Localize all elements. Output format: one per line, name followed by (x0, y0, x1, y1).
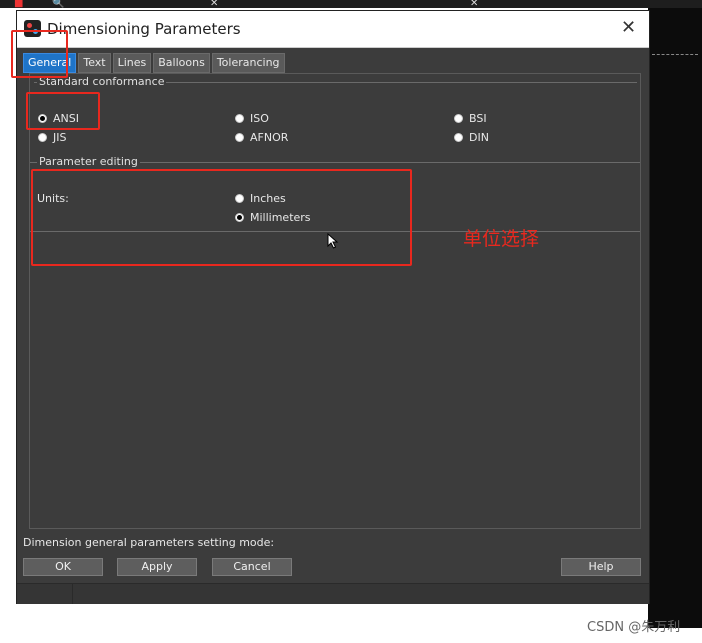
apply-button[interactable]: Apply (117, 558, 197, 576)
help-button[interactable]: Help (561, 558, 641, 576)
radio-afnor[interactable]: AFNOR (235, 131, 288, 144)
tab-balloons[interactable]: Balloons (153, 53, 210, 73)
background-left (0, 8, 16, 628)
dialog-footer-bar (17, 583, 649, 604)
radio-iso[interactable]: ISO (235, 112, 269, 125)
watermark: CSDN @朱万利 (587, 620, 681, 635)
radio-dot (38, 133, 47, 142)
zoom-icon[interactable]: 🔍 (52, 0, 64, 8)
dialog-titlebar[interactable]: Dimensioning Parameters ✕ (17, 11, 649, 48)
radio-dot (454, 114, 463, 123)
radio-dot (235, 133, 244, 142)
radio-dot (454, 133, 463, 142)
close-icon[interactable]: ✕ (621, 17, 636, 38)
close-icon[interactable]: ✕ (470, 0, 478, 8)
mouse-cursor-icon (327, 233, 339, 249)
annotation-box-general-tab (11, 30, 68, 78)
close-icon[interactable]: ✕ (210, 0, 218, 8)
radio-label: BSI (469, 112, 487, 125)
ok-button[interactable]: OK (23, 558, 103, 576)
annotation-box-ansi (26, 92, 100, 130)
parameter-editing-title: Parameter editing (37, 155, 140, 168)
status-text: Dimension general parameters setting mod… (23, 536, 275, 549)
radio-dot (235, 114, 244, 123)
annotation-label: 单位选择 (463, 228, 540, 250)
general-tab-panel: Standard conformance ANSI ISO BSI JIS AF… (29, 73, 641, 529)
tab-tolerancing[interactable]: Tolerancing (211, 53, 285, 73)
radio-bsi[interactable]: BSI (454, 112, 487, 125)
host-app-toolbar: ■ 🔍 ✕ ✕ (0, 0, 702, 8)
radio-jis[interactable]: JIS (38, 131, 66, 144)
radio-label: DIN (469, 131, 489, 144)
tab-lines[interactable]: Lines (112, 53, 152, 73)
annotation-box-units (31, 169, 412, 266)
cad-canvas[interactable] (648, 8, 702, 628)
dimensioning-parameters-dialog: Dimensioning Parameters ✕ General Text L… (16, 10, 650, 604)
dialog-title: Dimensioning Parameters (47, 20, 241, 38)
radio-din[interactable]: DIN (454, 131, 489, 144)
record-icon[interactable]: ■ (14, 0, 23, 8)
radio-label: JIS (53, 131, 67, 144)
cancel-button[interactable]: Cancel (212, 558, 292, 576)
radio-label: ISO (250, 112, 269, 125)
radio-label: AFNOR (250, 131, 289, 144)
tab-text[interactable]: Text (78, 53, 111, 73)
